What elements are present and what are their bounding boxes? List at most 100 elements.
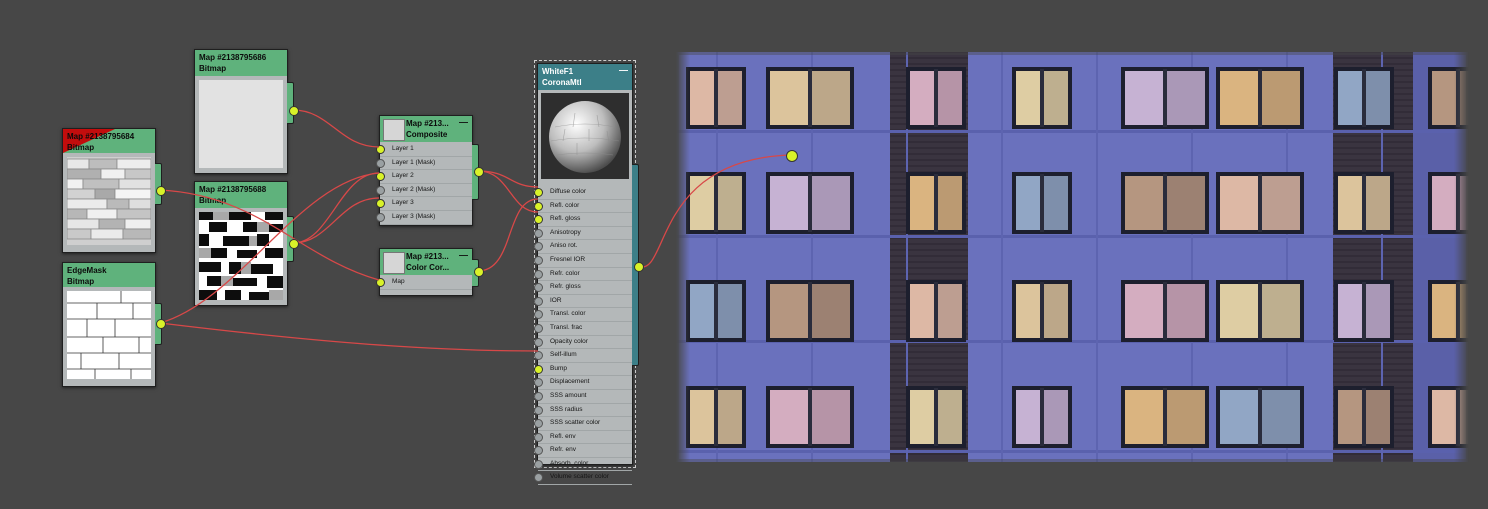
- slot-map[interactable]: Map: [376, 276, 472, 290]
- node-title: EdgeMask: [67, 266, 107, 275]
- slot-sss-amount[interactable]: SSS amount: [534, 390, 632, 404]
- slot-layer2-mask[interactable]: Layer 2 (Mask): [376, 184, 472, 198]
- slot-list: Map: [376, 275, 472, 291]
- composite-node[interactable]: Map #213... Composite — Layer 1 Layer 1 …: [376, 115, 479, 226]
- material-node[interactable]: WhiteF1 CoronaMtl — Diffuse color Refl. …: [534, 63, 639, 486]
- node-header[interactable]: Map #213... Color Cor... —: [380, 249, 472, 275]
- input-socket: [534, 255, 543, 265]
- node-type: Bitmap: [199, 196, 227, 205]
- node-header[interactable]: Map #2138795686 Bitmap: [195, 50, 287, 76]
- wire-bitmap-mid-to-layer2: [292, 172, 380, 244]
- slot-bump[interactable]: Bump: [534, 363, 632, 377]
- slot-list: Layer 1 Layer 1 (Mask) Layer 2 Layer 2 (…: [376, 142, 472, 226]
- input-socket: [534, 188, 543, 197]
- node-header[interactable]: Map #2138795684 Bitmap: [63, 129, 155, 153]
- input-socket: [376, 199, 385, 209]
- wire-bitmap-mid-to-layer3: [292, 197, 380, 244]
- output-socket[interactable]: [289, 239, 299, 249]
- slot-layer1[interactable]: Layer 1: [376, 143, 472, 157]
- slot-refl-gloss[interactable]: Refl. gloss: [534, 213, 632, 227]
- slot-fresnel-ior[interactable]: Fresnel IOR: [534, 254, 632, 268]
- output-socket[interactable]: [156, 186, 166, 196]
- input-socket: [534, 242, 543, 252]
- target-point[interactable]: [786, 150, 798, 162]
- slot-displacement[interactable]: Displacement: [534, 376, 632, 390]
- node-header[interactable]: Map #2138795688 Bitmap: [195, 182, 287, 208]
- input-socket: [534, 391, 543, 401]
- input-socket: [534, 228, 543, 238]
- input-socket: [534, 459, 543, 469]
- slot-absorb-color[interactable]: Absorb. color: [534, 458, 632, 472]
- slot-refr-gloss[interactable]: Refr. gloss: [534, 281, 632, 295]
- slot-refr-color[interactable]: Refr. color: [534, 268, 632, 282]
- output-socket[interactable]: [474, 267, 484, 277]
- input-socket: [534, 378, 543, 388]
- input-socket: [534, 432, 543, 442]
- bitmap-preview: [199, 212, 283, 300]
- node-header[interactable]: Map #213... Composite —: [380, 116, 472, 142]
- output-socket[interactable]: [634, 262, 644, 272]
- input-socket: [376, 158, 385, 168]
- input-socket: [534, 446, 543, 456]
- input-socket: [534, 405, 543, 415]
- slot-list: Diffuse color Refl. color Refl. gloss An…: [534, 182, 632, 486]
- colorcorrect-node[interactable]: Map #213... Color Cor... — Map: [376, 248, 479, 296]
- input-socket: [534, 364, 543, 374]
- slot-transl-frac[interactable]: Transl. frac: [534, 322, 632, 336]
- node-type: Bitmap: [67, 277, 95, 286]
- output-socket[interactable]: [474, 167, 484, 177]
- node-header[interactable]: EdgeMask Bitmap: [63, 263, 155, 287]
- input-socket: [376, 212, 385, 222]
- bitmap-node-mid[interactable]: Map #2138795688 Bitmap: [194, 181, 294, 306]
- wire-composite-to-diffuse: [477, 170, 539, 188]
- node-type: CoronaMtl: [542, 78, 582, 87]
- input-socket: [534, 351, 543, 361]
- node-type: Composite: [406, 130, 448, 139]
- node-title: Map #213...: [406, 252, 449, 261]
- slot-sss-scatter-color[interactable]: SSS scatter color: [534, 417, 632, 431]
- material-sphere-icon: [549, 101, 621, 173]
- node-title: WhiteF1: [542, 67, 574, 76]
- slot-layer1-mask[interactable]: Layer 1 (Mask): [376, 157, 472, 171]
- slot-opacity-color[interactable]: Opacity color: [534, 336, 632, 350]
- slot-diffuse-color[interactable]: Diffuse color: [534, 186, 632, 200]
- wire-edgemask-to-bump: [159, 322, 539, 352]
- bitmap-preview: [199, 80, 283, 168]
- edgemask-node[interactable]: EdgeMask Bitmap: [62, 262, 162, 387]
- wire-colorcorrect-to-reflcolor: [477, 198, 539, 272]
- slot-volume-scatter-color[interactable]: Volume scatter color: [534, 471, 632, 486]
- node-type: Bitmap: [199, 64, 227, 73]
- slot-layer3-mask[interactable]: Layer 3 (Mask): [376, 211, 472, 225]
- slot-layer2[interactable]: Layer 2: [376, 170, 472, 184]
- wire-bitmap-top-to-layer1: [292, 109, 380, 148]
- slot-anisotropy[interactable]: Anisotropy: [534, 227, 632, 241]
- input-socket: [534, 310, 543, 320]
- material-preview: [541, 93, 629, 179]
- input-socket: [376, 278, 385, 287]
- slot-refl-env[interactable]: Refl. env: [534, 431, 632, 445]
- input-socket: [534, 201, 543, 211]
- slot-sss-radius[interactable]: SSS radius: [534, 404, 632, 418]
- building-facade-render: [676, 52, 1469, 462]
- input-socket: [534, 419, 543, 429]
- output-socket[interactable]: [156, 319, 166, 329]
- slot-self-illum[interactable]: Self-illum: [534, 349, 632, 363]
- input-socket: [376, 172, 385, 182]
- slot-aniso-rot[interactable]: Aniso rot.: [534, 240, 632, 254]
- slot-transl-color[interactable]: Transl. color: [534, 308, 632, 322]
- bitmap-preview: [67, 291, 151, 379]
- output-socket[interactable]: [289, 106, 299, 116]
- slot-layer3[interactable]: Layer 3: [376, 197, 472, 211]
- slot-refr-env[interactable]: Refr. env: [534, 444, 632, 458]
- slot-ior[interactable]: IOR: [534, 295, 632, 309]
- node-type: Color Cor...: [406, 263, 450, 272]
- slot-refl-color[interactable]: Refl. color: [534, 200, 632, 214]
- node-type: Bitmap: [67, 143, 95, 152]
- node-title: Map #213...: [406, 119, 449, 128]
- bitmap-node-top[interactable]: Map #2138795686 Bitmap: [194, 49, 294, 174]
- bitmap-node-missing[interactable]: Map #2138795684 Bitmap: [62, 128, 162, 253]
- input-socket: [534, 269, 543, 279]
- node-header[interactable]: WhiteF1 CoronaMtl —: [538, 64, 632, 90]
- node-title: Map #2138795688: [199, 185, 267, 194]
- input-socket: [534, 337, 543, 347]
